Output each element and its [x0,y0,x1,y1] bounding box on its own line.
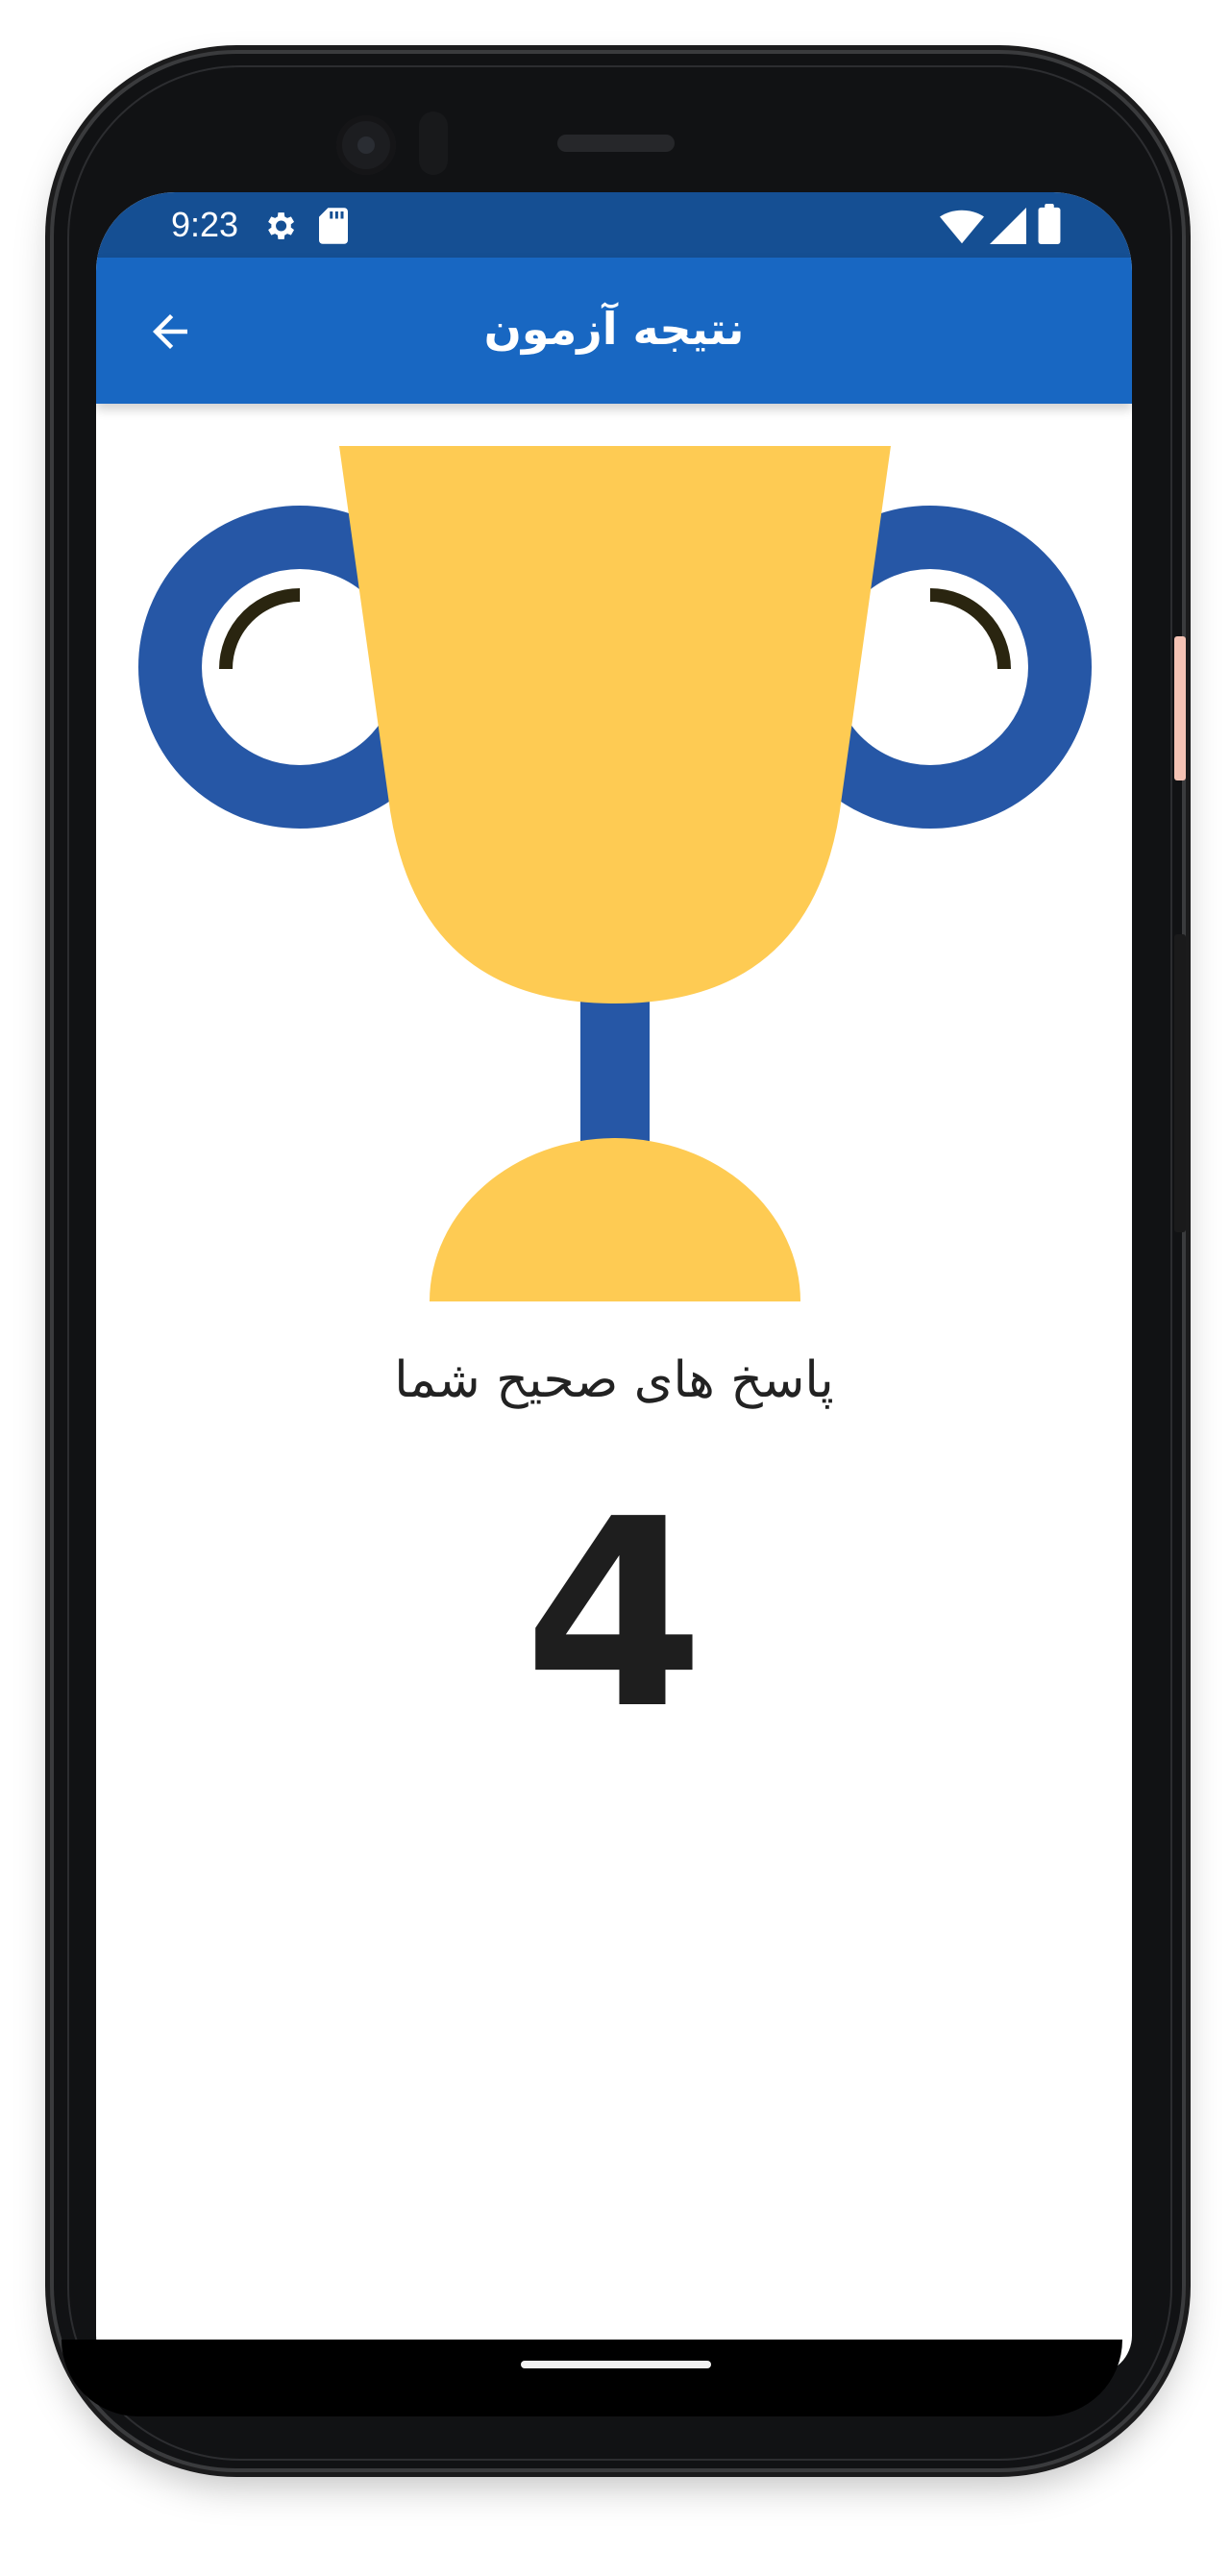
trophy-base [430,1138,800,1301]
trophy-right-accent [929,588,1011,670]
app-screen: 9:23 نتیجه آزمون پاسخ های صحیح شما 4 [96,192,1132,2374]
side-button-upper [1174,636,1186,780]
correct-answers-count: 4 [524,1463,704,1766]
trophy-stem [580,984,650,1148]
side-button-power [1174,934,1186,1232]
home-indicator[interactable] [521,2361,711,2368]
page-title: نتیجه آزمون [483,303,745,355]
earpiece-speaker [557,135,675,152]
correct-answers-label: پاسخ های صحیح شما [394,1351,834,1409]
navigation-bar [62,2340,1122,2416]
trophy-icon [138,446,1092,1301]
wifi-icon [940,210,984,244]
status-bar: 9:23 [96,192,1132,258]
sd-card-icon [319,208,348,244]
status-time: 9:23 [171,205,239,244]
signal-icon [990,208,1026,244]
battery-icon [1038,204,1061,244]
trophy-cup [339,446,891,1003]
trophy-left-accent [219,588,301,670]
app-bar: نتیجه آزمون [96,258,1132,404]
proximity-sensor [419,111,448,175]
front-camera [336,115,396,175]
settings-icon [268,212,295,239]
